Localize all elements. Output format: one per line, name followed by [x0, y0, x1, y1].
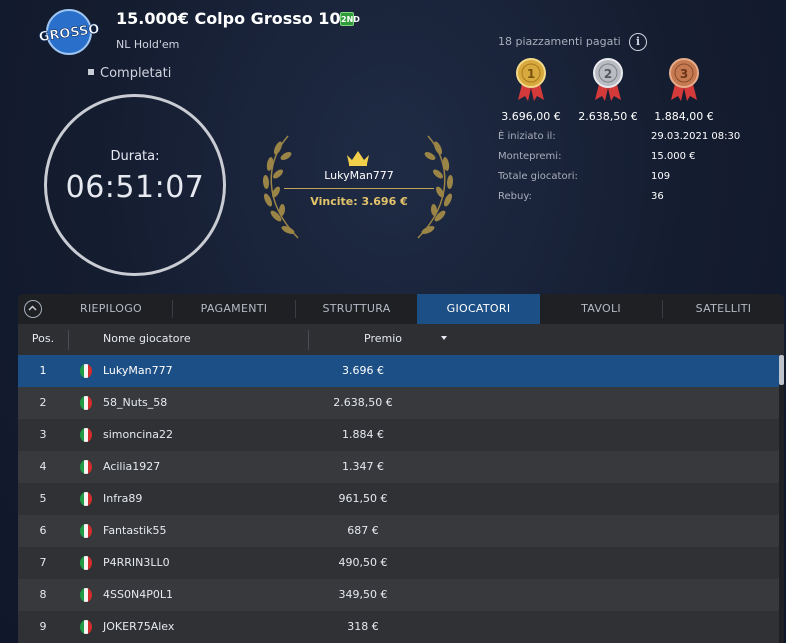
status-dot-icon: [88, 69, 94, 75]
laurel-wreath-icon: [262, 135, 454, 239]
chevron-up-icon: [28, 305, 37, 311]
tournament-logo: GROSSO: [38, 9, 100, 55]
total-players-value: 109: [651, 171, 671, 182]
second-prize-value: 2.638,50 €: [578, 110, 638, 123]
tournament-title: 15.000€ Colpo Grosso 109: [116, 9, 352, 28]
paid-places-label: 18 piazzamenti pagati: [498, 35, 621, 48]
player-name: simoncina22: [103, 428, 174, 441]
winner-divider: [284, 188, 434, 189]
duration-label: Durata:: [110, 149, 160, 164]
player-name: P4RRIN3LL0: [103, 556, 170, 569]
player-prize: 1.347 €: [342, 460, 384, 473]
row-position: 3: [39, 428, 47, 441]
italy-flag-icon: [80, 364, 92, 378]
scrollbar[interactable]: [779, 355, 784, 643]
player-prize: 687 €: [347, 524, 379, 537]
table-row[interactable]: 5 Infra89 961,50 €: [18, 483, 780, 515]
total-players-label: Totale giocatori:: [498, 171, 578, 182]
player-prize: 490,50 €: [338, 556, 388, 569]
player-name: 4SS0N4P0L1: [103, 588, 173, 601]
winner-name: LukyMan777: [324, 169, 394, 182]
medal-rank: 2: [604, 67, 612, 81]
first-prize-value: 3.696,00 €: [501, 110, 561, 123]
player-name: Fantastik55: [103, 524, 167, 537]
row-position: 6: [39, 524, 47, 537]
column-divider: [68, 330, 69, 350]
bronze-medal-icon: 3: [669, 58, 699, 101]
silver-medal-icon: 2: [593, 58, 623, 101]
table-row[interactable]: 7 P4RRIN3LL0 490,50 €: [18, 547, 780, 579]
player-name: Acilia1927: [103, 460, 161, 473]
player-prize: 318 €: [347, 620, 379, 633]
italy-flag-icon: [80, 460, 92, 474]
tab-riepilogo[interactable]: RIEPILOGO: [50, 294, 172, 324]
italy-flag-icon: [80, 428, 92, 442]
tab-giocatori[interactable]: GIOCATORI: [417, 294, 540, 324]
player-prize: 1.884 €: [342, 428, 384, 441]
row-position: 2: [39, 396, 47, 409]
column-header-prize[interactable]: Premio: [308, 324, 458, 354]
player-name: LukyMan777: [103, 364, 173, 377]
tab-satelliti[interactable]: SATELLITI: [663, 294, 784, 324]
rebuy-label: Rebuy:: [498, 191, 532, 202]
table-row[interactable]: 6 Fantastik55 687 €: [18, 515, 780, 547]
tab-bar: RIEPILOGO PAGAMENTI STRUTTURA GIOCATORI …: [18, 294, 784, 324]
row-position: 9: [39, 620, 47, 633]
collapse-button[interactable]: [24, 300, 42, 318]
italy-flag-icon: [80, 524, 92, 538]
table-row[interactable]: 2 58_Nuts_58 2.638,50 €: [18, 387, 780, 419]
table-row[interactable]: 8 4SS0N4P0L1 349,50 €: [18, 579, 780, 611]
prize-pool-value: 15.000 €: [651, 151, 696, 162]
italy-flag-icon: [80, 556, 92, 570]
status-text: Completati: [100, 66, 172, 81]
scrollbar-thumb[interactable]: [779, 355, 784, 385]
tab-struttura[interactable]: STRUTTURA: [296, 294, 417, 324]
duration-value: 06:51:07: [65, 170, 205, 205]
italy-flag-icon: [80, 620, 92, 634]
player-prize: 3.696 €: [342, 364, 384, 377]
row-position: 8: [39, 588, 47, 601]
row-position: 1: [39, 364, 47, 377]
info-icon[interactable]: i: [629, 33, 647, 51]
table-row[interactable]: 1 LukyMan777 3.696 €: [18, 355, 780, 387]
game-type: NL Hold'em: [116, 38, 180, 51]
medal-rank: 1: [527, 67, 535, 81]
prize-pool-label: Montepremi:: [498, 151, 562, 162]
start-date-label: È iniziato il:: [498, 131, 556, 142]
table-row[interactable]: 3 simoncina22 1.884 €: [18, 419, 780, 451]
player-prize: 2.638,50 €: [333, 396, 393, 409]
row-position: 7: [39, 556, 47, 569]
medal-rank: 3: [680, 67, 688, 81]
sort-down-icon[interactable]: [441, 336, 447, 340]
row-position: 4: [39, 460, 47, 473]
tab-pagamenti[interactable]: PAGAMENTI: [173, 294, 295, 324]
player-name: JOKER75Alex: [103, 620, 175, 633]
player-name: 58_Nuts_58: [103, 396, 168, 409]
italy-flag-icon: [80, 492, 92, 506]
table-row[interactable]: 9 JOKER75Alex 318 €: [18, 611, 780, 643]
column-header-pos[interactable]: Pos.: [18, 324, 68, 354]
start-date-value: 29.03.2021 08:30: [651, 131, 741, 142]
winner-prize: Vincite: 3.696 €: [310, 195, 408, 208]
tab-tavoli[interactable]: TAVOLI: [540, 294, 662, 324]
italy-flag-icon: [80, 396, 92, 410]
player-name: Infra89: [103, 492, 143, 505]
rebuy-value: 36: [651, 191, 664, 202]
second-chance-badge: 2ND: [340, 12, 360, 26]
third-prize-value: 1.884,00 €: [654, 110, 714, 123]
player-prize: 961,50 €: [338, 492, 388, 505]
column-header-name[interactable]: Nome giocatore: [103, 324, 191, 354]
italy-flag-icon: [80, 588, 92, 602]
gold-medal-icon: 1: [516, 58, 546, 101]
table-row[interactable]: 4 Acilia1927 1.347 €: [18, 451, 780, 483]
row-position: 5: [39, 492, 47, 505]
crown-icon: [347, 151, 369, 166]
status-label: Completati: [88, 66, 171, 81]
player-prize: 349,50 €: [338, 588, 388, 601]
tournament-details-panel: RIEPILOGO PAGAMENTI STRUTTURA GIOCATORI …: [18, 294, 784, 643]
